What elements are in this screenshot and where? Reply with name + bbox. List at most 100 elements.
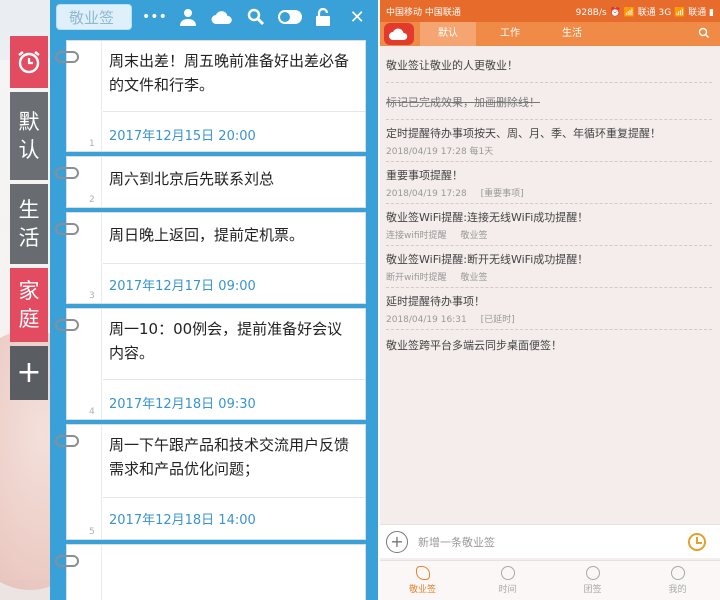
tab-work[interactable]: 工作 [482,22,538,46]
more-menu-button[interactable]: ••• [140,0,170,34]
notes-toolbar: 敬业签 ••• ✕ [50,0,378,34]
list-item-text: 敬业签WiFi提醒:断开无线WiFi成功提醒！ [386,253,589,266]
list-item[interactable]: 重要事项提醒！ 2018/04/19 17:28 [重要事项] [386,162,712,204]
new-note-input[interactable]: 新增一条敬业签 [418,534,688,550]
carrier-text: 中国移动 中国联通 [386,7,461,18]
list-item-tag: 敬业签 [460,231,488,241]
note-number: 4 [89,407,95,417]
binder-ring-icon [55,435,79,447]
cloud-icon [415,566,430,580]
nav-label: 时间 [498,585,517,595]
note-card[interactable]: 周末出差！周五晚前准备好出差必备的文件和行李。 2017年12月15日 20:0… [55,40,366,152]
tab-life[interactable]: 生活 [544,22,600,46]
list-item[interactable]: 标记已完成效果，加画删除线！ [386,83,712,120]
note-number: 2 [89,195,95,205]
nav-label: 敬业签 [408,585,436,595]
nav-label: 团签 [583,585,602,595]
list-item-text: 敬业签让敬业的人更敬业！ [386,59,518,72]
note-text[interactable]: 周一10：00例会，提前准备好会议内容。 [67,309,365,365]
app-logo-icon [384,23,414,45]
tab-default[interactable]: 默认 [420,22,476,46]
user-icon[interactable] [173,0,203,34]
note-reminder-time: 2017年12月15日 20:00 [109,129,256,144]
new-note-bar: + 新增一条敬业签 [380,524,720,558]
mobile-app-panel: 中国移动 中国联通 928B/s ⏰ 📶 联通 3G 📶 联通 ▮ 默认 工作 … [380,0,720,600]
sidebar-item-family[interactable]: 家 庭 [10,268,48,342]
phone-status-bar: 中国移动 中国联通 928B/s ⏰ 📶 联通 3G 📶 联通 ▮ [380,0,720,22]
person-icon [670,566,685,580]
nav-time[interactable]: 时间 [465,561,550,600]
sidebar-item-label: 默 认 [18,110,40,162]
note-text[interactable]: 周六到北京后先联系刘总 [67,157,365,191]
sidebar-item-label: 生 活 [18,198,40,250]
sidebar-item-label: 家 庭 [18,279,40,331]
alarm-clock-icon [18,51,40,74]
binder-ring-icon [55,555,79,567]
add-category-button[interactable]: + [10,346,48,400]
note-text[interactable]: 周末出差！周五晚前准备好出差必备的文件和行李。 [67,41,365,97]
list-item[interactable]: 敬业签WiFi提醒:连接无线WiFi成功提醒！ 连接wifi时提醒 敬业签 [386,204,712,246]
list-item-text: 重要事项提醒！ [386,169,463,182]
cloud-sync-icon[interactable] [207,0,237,34]
note-text[interactable]: 周一下午跟产品和技术交流用户反馈需求和产品优化问题； [67,425,365,481]
plus-icon: + [16,355,42,390]
list-item-meta: 连接wifi时提醒 [386,231,447,241]
bottom-navigation: 敬业签 时间 团签 我的 [380,560,720,600]
list-item[interactable]: 敬业签跨平台多端云同步桌面便签！ [386,330,712,362]
list-item[interactable]: 敬业签让敬业的人更敬业！ [386,46,712,83]
app-header: 默认 工作 生活 [380,22,720,46]
binder-ring-icon [55,319,79,331]
list-item-text: 延时提醒待办事项！ [386,295,485,308]
note-text[interactable]: 周日晚上返回，提前定机票。 [67,213,365,247]
note-reminder-time: 2017年12月18日 09:30 [109,397,256,412]
binder-ring-icon [55,51,79,63]
nav-team[interactable]: 团签 [550,561,635,600]
notes-list: 周末出差！周五晚前准备好出差必备的文件和行李。 2017年12月15日 20:0… [50,34,378,600]
category-sidebar: 默 认 生 活 家 庭 + [10,36,48,404]
list-item-meta: 2018/04/19 17:28 每1天 [386,147,494,157]
list-item[interactable]: 定时提醒待办事项按天、周、月、季、年循环重复提醒！ 2018/04/19 17:… [386,120,712,162]
search-input[interactable]: 敬业签 [56,4,132,30]
nav-me[interactable]: 我的 [635,561,720,600]
binder-ring-icon [55,223,79,235]
list-item-text: 标记已完成效果，加画删除线！ [386,96,540,109]
note-reminder-time: 2017年12月18日 14:00 [109,513,256,528]
list-item-text: 敬业签跨平台多端云同步桌面便签！ [386,339,562,352]
note-card[interactable]: 周日晚上返回，提前定机票。 2017年12月17日 09:00 3 [55,212,366,304]
list-item-text: 敬业签WiFi提醒:连接无线WiFi成功提醒！ [386,211,589,224]
list-item-text: 定时提醒待办事项按天、周、月、季、年循环重复提醒！ [386,127,661,140]
list-item-tag: [重要事项] [480,189,524,199]
sidebar-item-default[interactable]: 默 认 [10,92,48,180]
note-number: 1 [89,139,95,149]
list-item-tag: 敬业签 [460,273,488,283]
reminder-clock-icon[interactable] [688,532,706,551]
list-item[interactable]: 延时提醒待办事项！ 2018/04/19 16:31 [已延时] [386,288,712,330]
add-note-button[interactable]: + [386,530,408,553]
note-number: 3 [89,291,95,301]
note-number: 5 [89,527,95,537]
search-icon[interactable] [241,0,271,34]
note-reminder-time: 2017年12月17日 09:00 [109,279,256,294]
sidebar-item-life[interactable]: 生 活 [10,184,48,264]
note-card[interactable]: 周一下午跟产品和技术交流用户反馈需求和产品优化问题； 2017年12月18日 1… [55,424,366,540]
list-item-meta: 断开wifi时提醒 [386,273,447,283]
close-icon[interactable]: ✕ [342,0,372,34]
list-item-meta: 2018/04/19 17:28 [386,189,467,199]
unlock-icon[interactable] [308,0,338,34]
clock-icon [500,566,515,580]
binder-ring-icon [55,167,79,179]
desktop-notes-panel: 敬业签 ••• ✕ 默 认 生 活 家 庭 + 周末出差！周五晚前准备好出差必备… [0,0,378,600]
status-icons: 928B/s ⏰ 📶 联通 3G 📶 联通 ▮ [575,7,714,18]
toggle-switch-icon[interactable] [275,0,305,34]
list-item-tag: [已延时] [480,315,515,325]
sidebar-item-alarm[interactable] [10,36,48,88]
note-list: 敬业签让敬业的人更敬业！ 标记已完成效果，加画删除线！ 定时提醒待办事项按天、周… [380,46,720,362]
note-card[interactable] [55,544,366,600]
nav-notes[interactable]: 敬业签 [380,561,465,600]
list-item[interactable]: 敬业签WiFi提醒:断开无线WiFi成功提醒！ 断开wifi时提醒 敬业签 [386,246,712,288]
search-icon[interactable] [698,27,710,39]
note-card[interactable]: 周六到北京后先联系刘总 2 [55,156,366,208]
note-card[interactable]: 周一10：00例会，提前准备好会议内容。 2017年12月18日 09:30 4 [55,308,366,420]
nav-label: 我的 [668,585,687,595]
team-icon [585,566,600,580]
